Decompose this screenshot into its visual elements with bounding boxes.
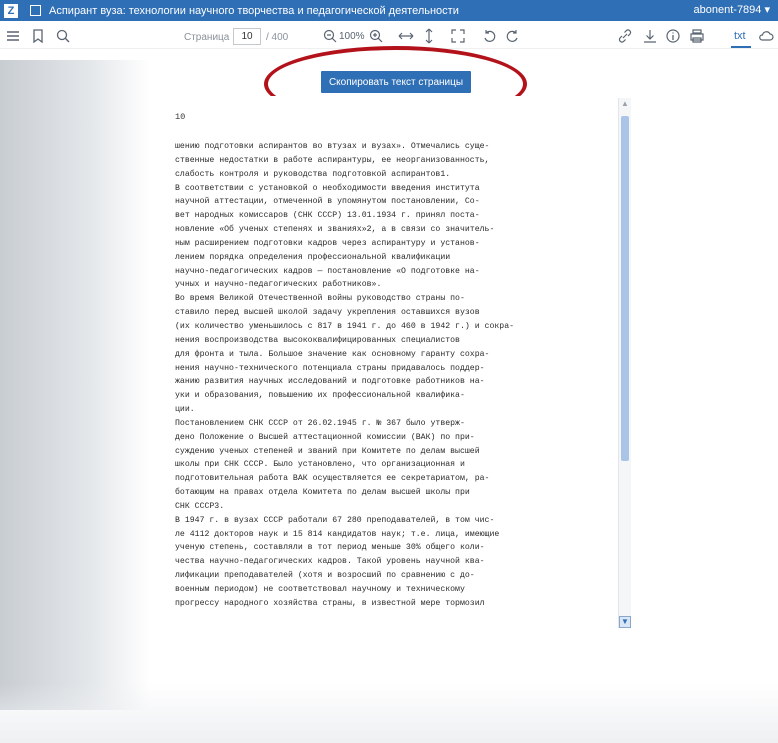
page-text: шению подготовки аспирантов во втузах и … bbox=[175, 142, 515, 608]
info-icon[interactable] bbox=[665, 28, 681, 44]
scroll-thumb[interactable] bbox=[621, 116, 629, 461]
txt-mode-tab[interactable]: txt bbox=[734, 30, 746, 42]
link-icon[interactable] bbox=[617, 28, 633, 44]
book-icon bbox=[30, 5, 41, 16]
print-icon[interactable] bbox=[689, 28, 705, 44]
user-menu[interactable]: abonent-7894 ▾ bbox=[694, 3, 770, 16]
zoom-in-icon[interactable] bbox=[368, 28, 384, 44]
page-label: Страница bbox=[184, 32, 230, 43]
background-wave bbox=[0, 683, 778, 743]
page-number: 10 bbox=[175, 112, 186, 122]
scroll-up-arrow-icon[interactable]: ▲ bbox=[619, 98, 631, 110]
txt-mode-underline bbox=[731, 46, 751, 48]
menu-icon[interactable] bbox=[5, 28, 21, 44]
fullscreen-icon[interactable] bbox=[450, 28, 466, 44]
page-number-input[interactable]: 10 bbox=[233, 28, 261, 45]
background-shadow bbox=[0, 60, 150, 710]
zoom-level: 100% bbox=[339, 31, 365, 42]
book-title: Аспирант вуза: технологии научного творч… bbox=[49, 4, 459, 17]
fit-height-icon[interactable] bbox=[421, 28, 437, 44]
download-icon[interactable] bbox=[642, 28, 658, 44]
document-page: 10 шению подготовки аспирантов во втузах… bbox=[165, 96, 631, 636]
search-icon[interactable] bbox=[55, 28, 71, 44]
page-total: / 400 bbox=[266, 32, 289, 43]
bookmark-icon[interactable] bbox=[30, 28, 46, 44]
title-bar: Z Аспирант вуза: технологии научного тво… bbox=[0, 0, 778, 21]
rotate-left-icon[interactable] bbox=[482, 28, 498, 44]
rotate-right-icon[interactable] bbox=[504, 28, 520, 44]
toolbar: Страница 10 / 400 100% txt bbox=[0, 22, 778, 49]
zoom-out-icon[interactable] bbox=[322, 28, 338, 44]
cloud-icon[interactable] bbox=[758, 28, 774, 44]
scroll-down-arrow-icon[interactable]: ▼ bbox=[619, 616, 631, 628]
document-scrollbar[interactable]: ▲ ▼ bbox=[618, 98, 631, 628]
app-logo[interactable]: Z bbox=[4, 3, 18, 18]
fit-width-icon[interactable] bbox=[398, 28, 414, 44]
